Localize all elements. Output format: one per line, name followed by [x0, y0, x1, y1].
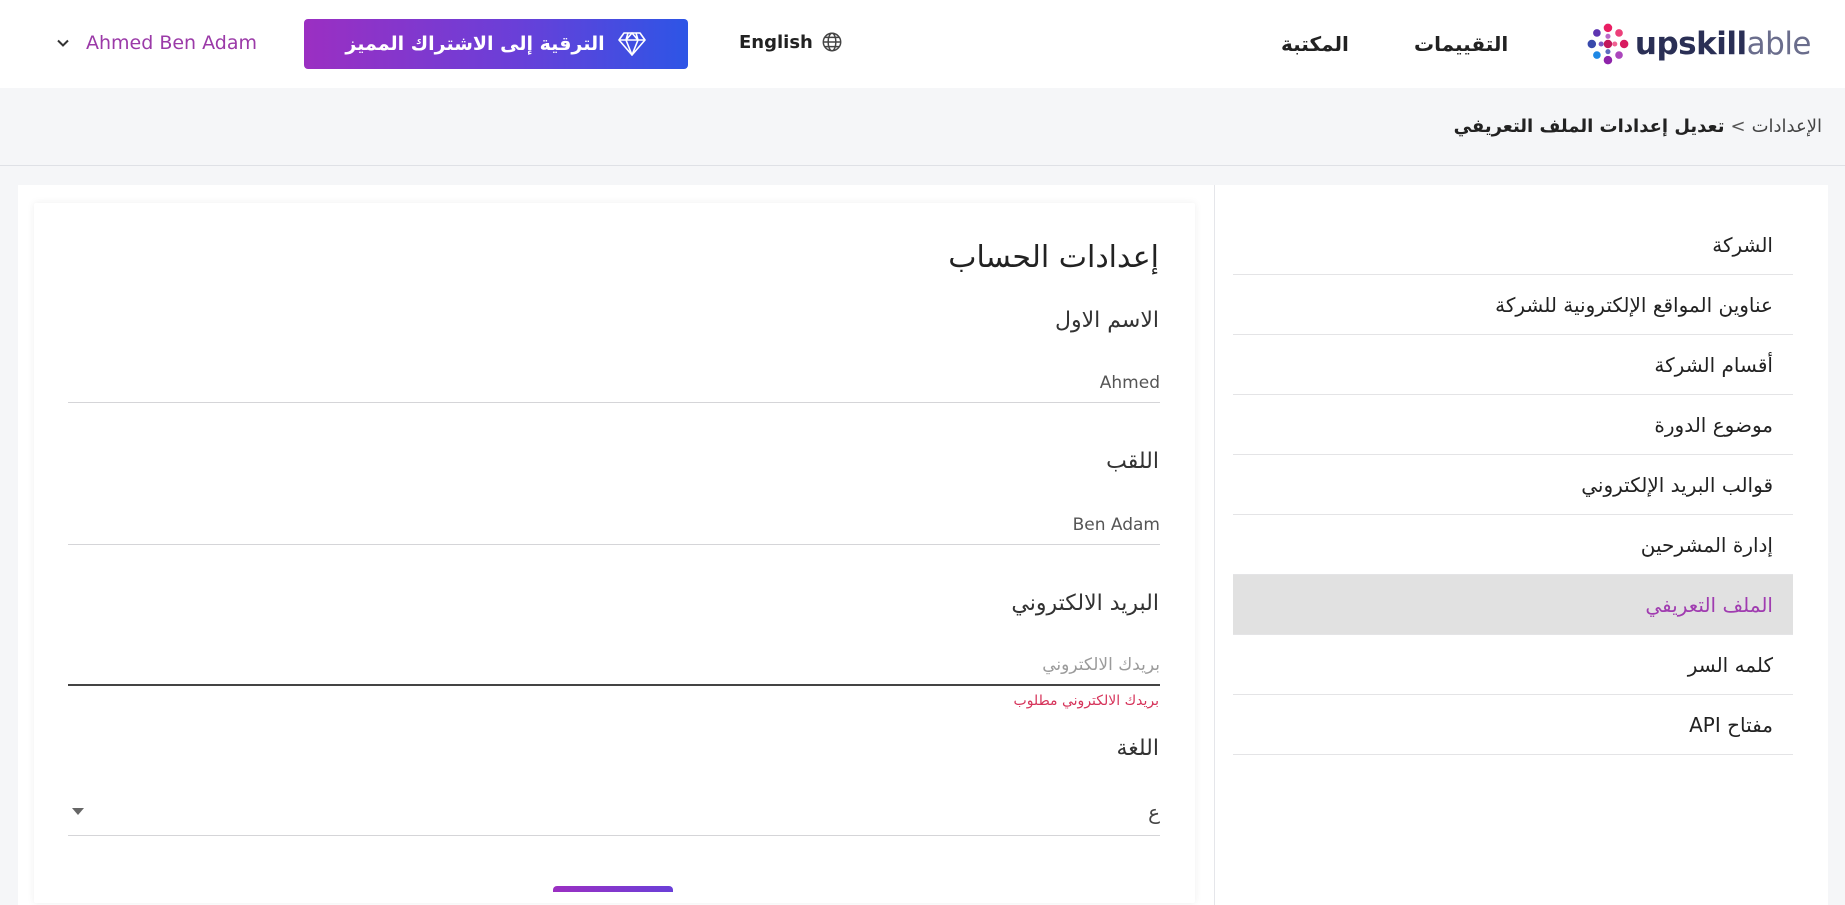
first-name-input[interactable]: [68, 363, 1160, 403]
sidebar-item-api-key[interactable]: مفتاح API: [1233, 695, 1793, 755]
user-menu[interactable]: Ahmed Ben Adam: [54, 28, 257, 58]
nav-library[interactable]: المكتبة: [1281, 32, 1349, 56]
diamond-icon: [617, 32, 646, 56]
settings-sidebar: الشركة عناوين المواقع الإلكترونية للشركة…: [1233, 215, 1793, 755]
sidebar-item-email-templates[interactable]: قوالب البريد الإلكتروني: [1233, 455, 1793, 515]
breadcrumb-settings-link[interactable]: الإعدادات: [1752, 116, 1822, 137]
breadcrumb-separator: >: [1730, 116, 1746, 137]
language-select-value: ع: [1148, 800, 1160, 824]
nav-assessments[interactable]: التقييمات: [1414, 32, 1508, 56]
account-settings-title: إعدادات الحساب: [948, 240, 1159, 275]
logo-text-bold: upskill: [1634, 26, 1747, 62]
email-label: البريد الالكتروني: [1011, 591, 1159, 616]
brand-logo[interactable]: upskillable: [1585, 17, 1812, 71]
sidebar-item-company-departments[interactable]: أقسام الشركة: [1233, 335, 1793, 395]
save-button[interactable]: [553, 886, 673, 892]
user-name: Ahmed Ben Adam: [86, 32, 258, 54]
sidebar-divider: [1214, 185, 1215, 905]
globe-icon: [822, 32, 842, 52]
sidebar-item-company-websites[interactable]: عناوين المواقع الإلكترونية للشركة: [1233, 275, 1793, 335]
upskillable-logo-icon: [1587, 23, 1629, 65]
email-error-message: بريدك الالكتروني مطلوب: [1013, 693, 1159, 709]
breadcrumb-bar: الإعدادات > تعديل إعدادات الملف التعريفي: [0, 88, 1845, 166]
upgrade-premium-button[interactable]: الترقية إلى الاشتراك المميز: [304, 19, 688, 69]
language-label: اللغة: [1116, 736, 1159, 761]
chevron-down-icon: [57, 39, 69, 47]
dropdown-caret-icon: [72, 808, 84, 815]
top-header: upskillable التقييمات المكتبة English ال…: [0, 0, 1845, 88]
email-input[interactable]: [68, 646, 1160, 686]
language-toggle[interactable]: English: [739, 28, 843, 56]
sidebar-item-candidate-management[interactable]: إدارة المشرحين: [1233, 515, 1793, 575]
last-name-label: اللقب: [1106, 449, 1159, 474]
logo-wordmark: upskillable: [1634, 26, 1812, 62]
sidebar-item-company[interactable]: الشركة: [1233, 215, 1793, 275]
sidebar-item-course-topic[interactable]: موضوع الدورة: [1233, 395, 1793, 455]
last-name-input[interactable]: [68, 505, 1160, 545]
sidebar-item-profile[interactable]: الملف التعريفي: [1233, 575, 1793, 635]
first-name-label: الاسم الاول: [1055, 308, 1159, 333]
sidebar-item-password[interactable]: كلمه السر: [1233, 635, 1793, 695]
breadcrumb: الإعدادات > تعديل إعدادات الملف التعريفي: [1454, 116, 1822, 137]
language-select[interactable]: ع: [68, 792, 1160, 836]
upgrade-button-label: الترقية إلى الاشتراك المميز: [345, 33, 605, 55]
breadcrumb-current: تعديل إعدادات الملف التعريفي: [1453, 116, 1725, 137]
logo-text-light: able: [1746, 26, 1812, 62]
language-label: English: [739, 31, 813, 53]
